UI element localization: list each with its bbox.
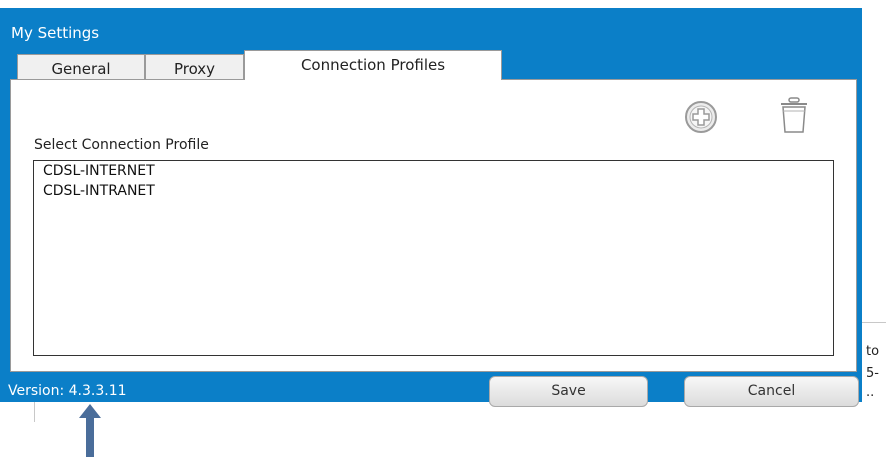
tab-label: Connection Profiles (300, 56, 446, 74)
select-profile-label: Select Connection Profile (34, 137, 209, 153)
tab-connection-profiles[interactable]: Connection Profiles (244, 50, 502, 80)
tab-proxy[interactable]: Proxy (145, 54, 244, 79)
trash-icon[interactable] (779, 97, 809, 139)
settings-dialog: My Settings General Proxy Connection Pro… (0, 8, 862, 407)
tab-label: General (51, 60, 111, 78)
list-item[interactable]: CDSL-INTRANET (34, 181, 833, 201)
save-button-label: Save (551, 383, 586, 399)
background-divider (860, 322, 886, 323)
background-divider-vertical (34, 402, 35, 422)
window-title: My Settings (11, 24, 100, 42)
list-item[interactable]: CDSL-INTERNET (34, 161, 833, 181)
background-text-fragment: .. (866, 385, 875, 400)
tab-general[interactable]: General (17, 54, 145, 79)
annotation-arrow-icon (79, 404, 101, 461)
background-text-fragment: 5- (866, 366, 879, 381)
profile-listbox[interactable]: CDSL-INTERNET CDSL-INTRANET (33, 160, 834, 356)
save-button[interactable]: Save (489, 376, 648, 407)
cancel-button-label: Cancel (747, 383, 796, 399)
background-text-fragment: to (866, 344, 880, 359)
cancel-button[interactable]: Cancel (684, 376, 859, 407)
version-text: Version: 4.3.3.11 (8, 383, 127, 399)
connection-profiles-panel: Select Connection Profile CDSL-INTERNET … (10, 79, 857, 372)
plus-circle-icon[interactable] (684, 100, 718, 138)
tab-label: Proxy (173, 60, 216, 78)
